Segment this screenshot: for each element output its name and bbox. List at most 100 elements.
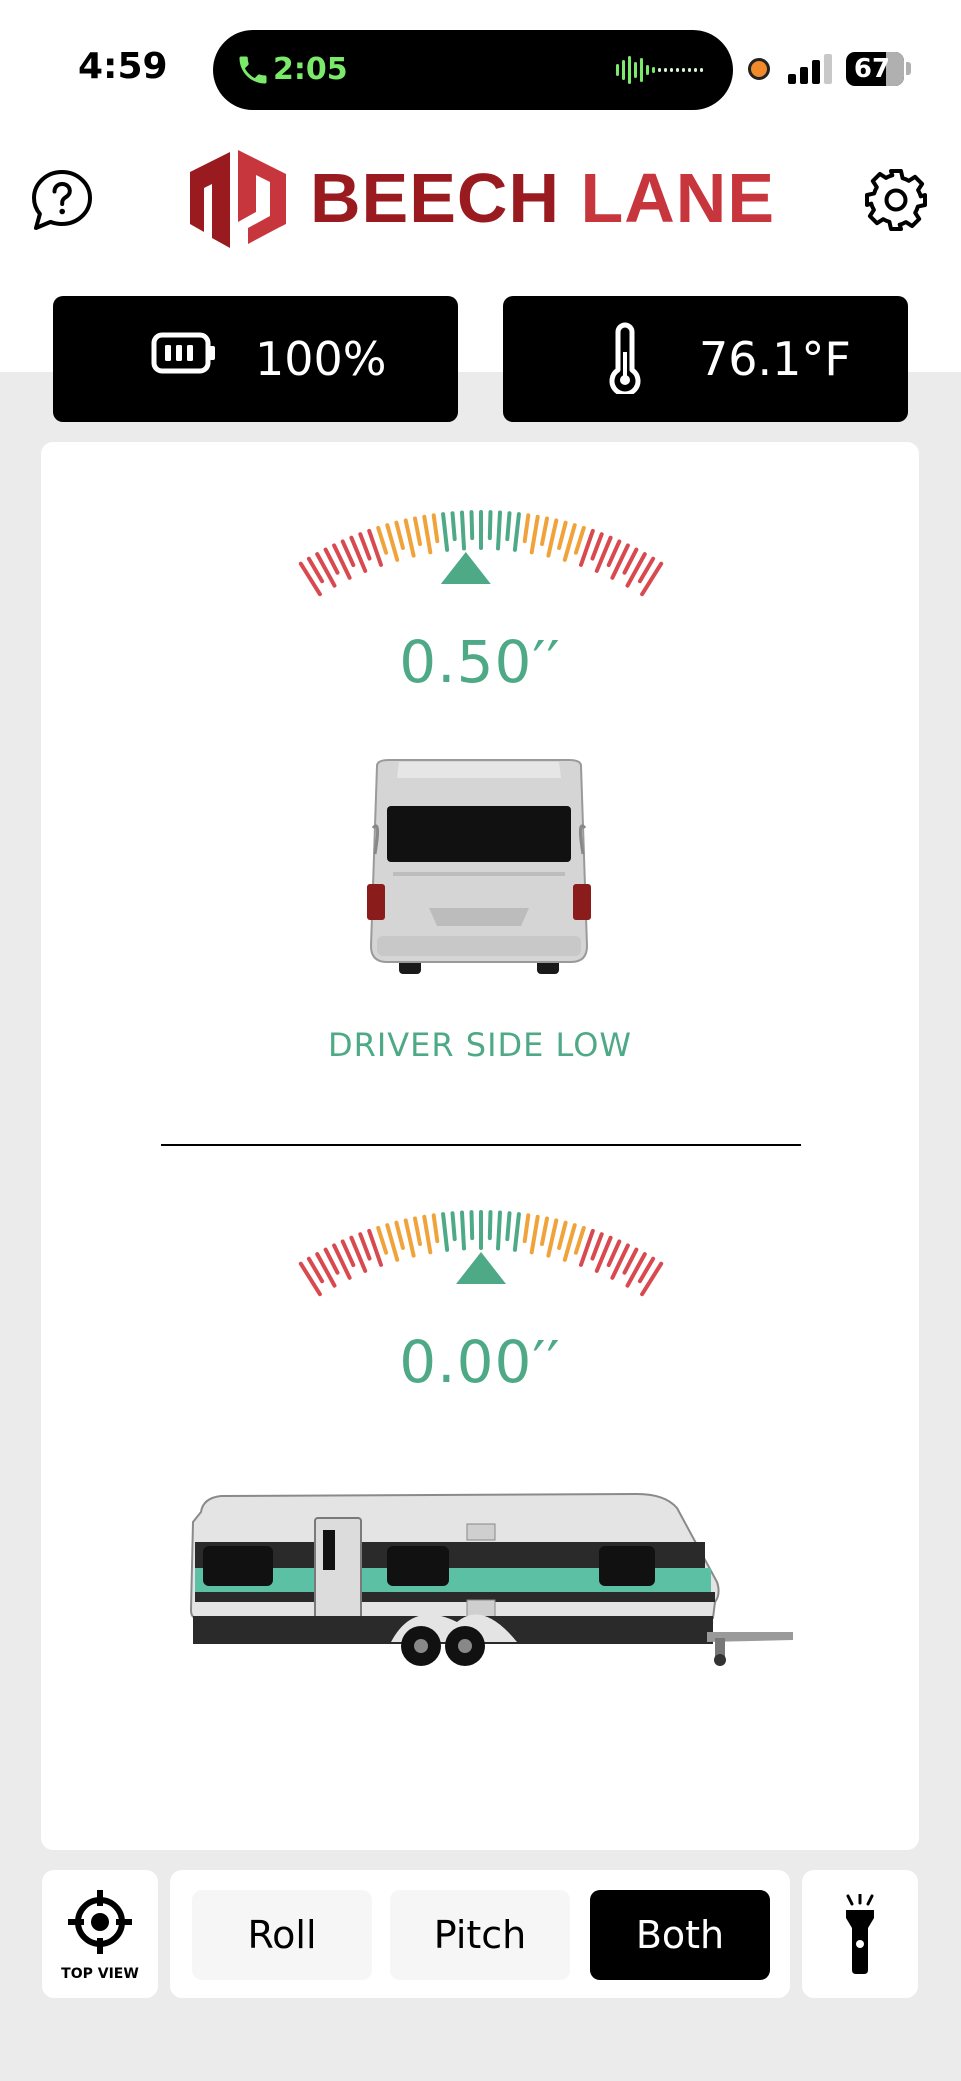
flashlight-icon (846, 1894, 874, 1974)
gauge-tick (460, 510, 466, 551)
gauge-tick (376, 1225, 389, 1255)
call-duration: 2:05 (273, 52, 348, 87)
gauge-tick (413, 1216, 422, 1246)
gauge-tick (394, 1220, 405, 1250)
gauge-tick (340, 539, 356, 568)
crosshair-icon (68, 1890, 132, 1954)
status-bar: 4:59 2:05 67 (0, 0, 961, 130)
thermometer-icon (609, 322, 641, 394)
gauge-tick (640, 1261, 664, 1297)
gauge-tick (441, 512, 450, 552)
dynamic-island[interactable]: 2:05 (213, 30, 733, 110)
trailer-side-image (189, 1492, 793, 1666)
gauge-tick (469, 510, 475, 541)
flashlight-button[interactable] (802, 1870, 918, 1998)
battery-icon (151, 332, 215, 374)
brand-logo: BEECH LANE (190, 150, 790, 250)
section-divider (161, 1144, 801, 1146)
gauge-tick (358, 532, 372, 561)
gauge-tick (450, 511, 457, 542)
mode-selector: Roll Pitch Both (170, 1870, 790, 1998)
gauge-tick (431, 513, 440, 544)
gauge-tick (590, 1232, 604, 1261)
brand-name: BEECH LANE (310, 158, 775, 238)
gauge-tick (529, 1214, 540, 1255)
gauge-tick (640, 561, 664, 597)
gauge-tick (413, 516, 422, 546)
gauge-tick (529, 514, 540, 555)
gauge-tick (460, 1210, 466, 1251)
level-card: 0.50′′ DRIVER SIDE LOW 0.00′′ (41, 442, 919, 1850)
gauge-tick (606, 539, 622, 568)
audio-wave-icon (616, 56, 703, 84)
gauge-tick (540, 516, 549, 546)
gauge-tick (573, 525, 586, 555)
battery-percent: 67 (853, 54, 891, 84)
gauge-tick (522, 1213, 531, 1244)
gauge-tick (403, 518, 416, 558)
gauge-tick (546, 518, 559, 558)
gauge-tick (606, 1239, 622, 1268)
gauge-tick (450, 1211, 457, 1242)
gauge-tick (590, 532, 604, 561)
battery-status-box: 100% (53, 296, 458, 422)
gauge-tick (505, 511, 512, 542)
gauge-tick (431, 1213, 440, 1244)
gauge-tick (573, 1225, 586, 1255)
mode-both-button[interactable]: Both (590, 1890, 770, 1980)
temperature-value: 76.1°F (699, 332, 851, 386)
gauge-tick (469, 1210, 475, 1241)
logo-mark-icon (190, 150, 286, 248)
gauge-tick (512, 1212, 521, 1252)
top-view-label: TOP VIEW (61, 1966, 139, 1982)
top-view-button[interactable]: TOP VIEW (42, 1870, 158, 1998)
gauge-tick (522, 513, 531, 544)
gauge-tick (562, 523, 577, 562)
clock: 4:59 (78, 46, 168, 87)
battery-value: 100% (255, 332, 387, 386)
gauge-tick (496, 1210, 502, 1251)
gauge-tick (385, 1223, 400, 1262)
gauge-tick (496, 510, 502, 551)
gauge-tick (505, 1211, 512, 1242)
gauge-tick (557, 520, 568, 550)
gauge-tick (403, 1218, 416, 1258)
roll-status-text: DRIVER SIDE LOW (327, 1026, 633, 1064)
gauge-tick (385, 523, 400, 562)
help-icon[interactable] (30, 168, 94, 232)
gauge-tick (487, 1210, 493, 1241)
gear-icon[interactable] (862, 166, 930, 234)
gauge-tick (512, 512, 521, 552)
gauge-tick (557, 1220, 568, 1250)
pitch-reading: 0.00′′ (399, 1328, 561, 1396)
gauge-tick (562, 1223, 577, 1262)
roll-gauge (298, 510, 664, 597)
gauge-tick (394, 520, 405, 550)
gauge-tick (487, 510, 493, 541)
mode-roll-button[interactable]: Roll (192, 1890, 372, 1980)
gauge-tick (540, 1216, 549, 1246)
battery-nub (906, 62, 911, 75)
gauge-tick (340, 1239, 356, 1268)
gauge-tick (422, 1214, 433, 1255)
mode-pitch-button[interactable]: Pitch (390, 1890, 570, 1980)
brand-word-2: LANE (580, 159, 776, 237)
temperature-status-box: 76.1°F (503, 296, 908, 422)
phone-icon (239, 56, 267, 84)
gauge-tick (298, 1261, 322, 1297)
cellular-signal-icon (788, 54, 832, 84)
gauge-tick (546, 1218, 559, 1258)
gauge-tick (422, 514, 433, 555)
battery-indicator: 67 (846, 52, 904, 86)
brand-word-1: BEECH (310, 159, 561, 237)
gauge-tick (376, 525, 389, 555)
level-indicator-triangle (440, 552, 491, 584)
roll-reading: 0.50′′ (399, 628, 561, 696)
privacy-indicator-dot (748, 58, 770, 80)
gauge-tick (441, 1212, 450, 1252)
gauge-tick (358, 1232, 372, 1261)
level-indicator-triangle (456, 1252, 506, 1284)
gauge-tick (298, 561, 322, 597)
trailer-rear-image (367, 759, 591, 974)
pitch-gauge (298, 1210, 664, 1297)
